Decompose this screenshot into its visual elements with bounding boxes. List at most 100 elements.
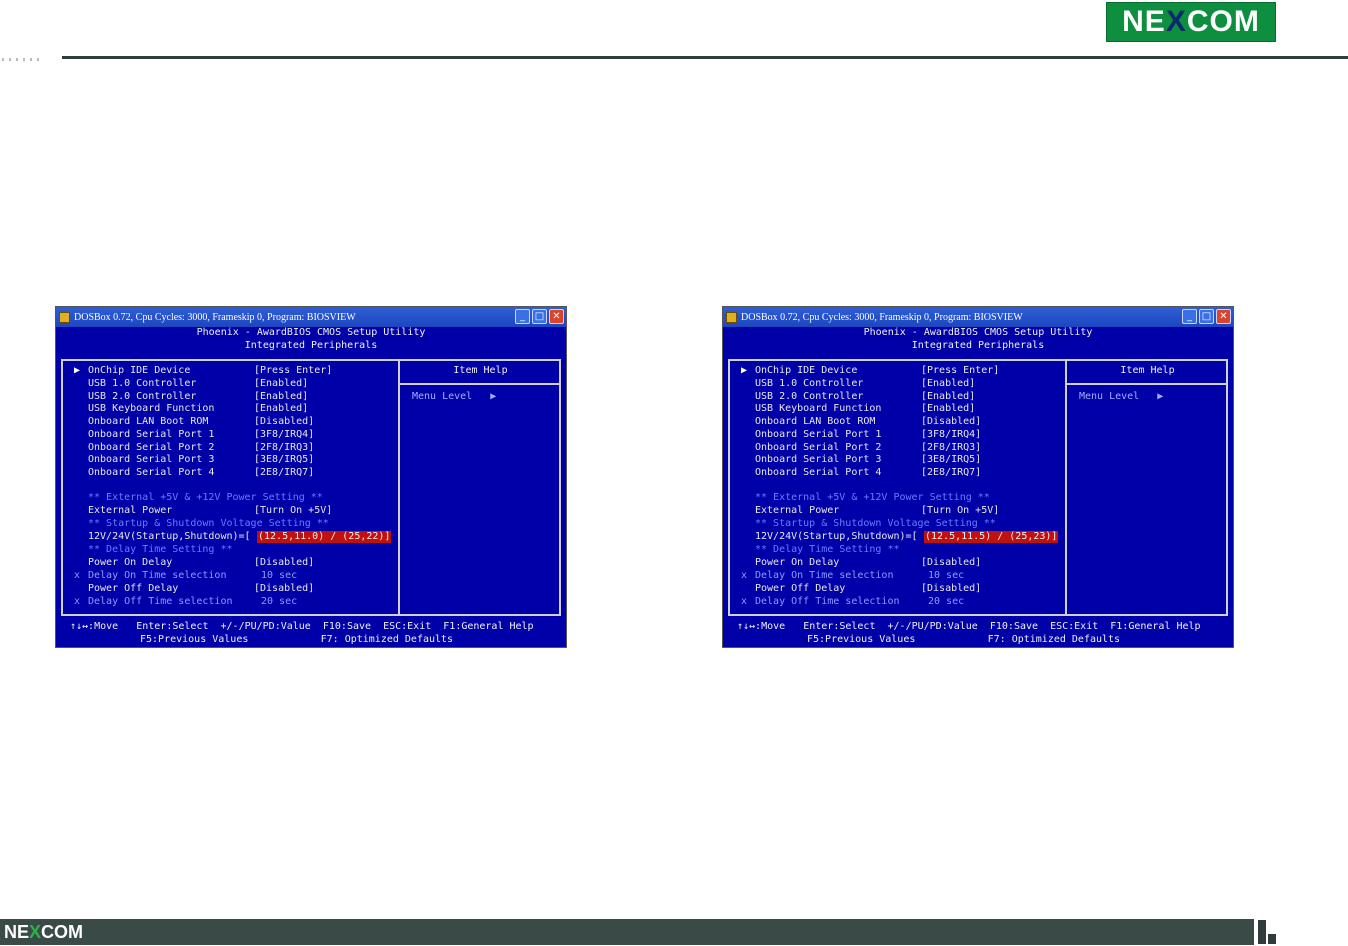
setting-row[interactable]: Power Off Delay [Disabled] [56, 583, 396, 595]
setting-row[interactable]: Power On Delay [Disabled] [56, 557, 396, 569]
setting-value[interactable]: [3E8/IRQ5] [254, 454, 314, 466]
setting-value[interactable]: [3F8/IRQ4] [254, 429, 314, 441]
setting-row[interactable]: USB 2.0 Controller [Enabled] [723, 391, 1063, 403]
setting-row[interactable]: USB Keyboard Function [Enabled] [723, 403, 1063, 415]
external-power-value[interactable]: [Turn On +5V] [254, 505, 332, 517]
setting-row[interactable]: Onboard Serial Port 4 [2E8/IRQ7] [56, 467, 396, 479]
setting-label: Onboard Serial Port 1 [755, 428, 882, 440]
maximize-button[interactable]: □ [532, 309, 547, 324]
setting-row[interactable]: External Power [Turn On +5V] [723, 505, 1063, 517]
setting-label: Onboard Serial Port 4 [755, 467, 882, 478]
delay-off-label: Delay Off Time selection [755, 596, 900, 607]
setting-row[interactable]: USB Keyboard Function [Enabled] [56, 403, 396, 415]
setting-row[interactable]: Onboard Serial Port 3 [3E8/IRQ5] [56, 454, 396, 466]
setting-value[interactable]: [Enabled] [254, 403, 308, 415]
logo-text: NEXCOM [1122, 5, 1260, 38]
footer-mark-icon [1258, 920, 1280, 944]
setting-label: OnChip IDE Device [755, 365, 858, 376]
setting-value[interactable]: [Disabled] [921, 416, 981, 428]
setting-value[interactable]: [2F8/IRQ3] [921, 442, 981, 454]
header-rule [62, 56, 1348, 59]
setting-label: Onboard Serial Port 1 [88, 428, 215, 440]
setting-value[interactable]: [3F8/IRQ4] [921, 429, 981, 441]
setting-label: USB Keyboard Function [755, 403, 882, 415]
footer-bar [0, 919, 1254, 945]
window-titlebar[interactable]: DOSBox 0.72, Cpu Cycles: 3000, Frameskip… [56, 307, 566, 327]
setting-row[interactable]: Onboard LAN Boot ROM [Disabled] [56, 416, 396, 428]
external-power-value[interactable]: [Turn On +5V] [921, 505, 999, 517]
setting-row[interactable]: Onboard Serial Port 2 [2F8/IRQ3] [723, 442, 1063, 454]
setting-label: USB 1.0 Controller [755, 377, 864, 389]
setting-row[interactable]: USB 2.0 Controller [Enabled] [56, 391, 396, 403]
setting-row[interactable]: External Power [Turn On +5V] [56, 505, 396, 517]
power-off-delay-value[interactable]: [Disabled] [254, 583, 314, 595]
setting-value[interactable]: [Press Enter] [254, 365, 332, 377]
dosbox-window-1[interactable]: DOSBox 0.72, Cpu Cycles: 3000, Frameskip… [55, 306, 567, 648]
delay-on-label: Delay On Time selection [755, 570, 894, 581]
section-row: ** External +5V & +12V Power Setting ** [56, 492, 396, 504]
setting-value[interactable]: [Enabled] [921, 378, 975, 390]
setting-label: USB 2.0 Controller [755, 390, 864, 402]
menu-level: Menu Level ▶ [1079, 391, 1164, 402]
window-title: DOSBox 0.72, Cpu Cycles: 3000, Frameskip… [74, 311, 356, 323]
setting-row[interactable]: Power Off Delay [Disabled] [723, 583, 1063, 595]
section-header-delay: ** Delay Time Setting ** [88, 544, 233, 555]
dosbox-window-2[interactable]: DOSBox 0.72, Cpu Cycles: 3000, Frameskip… [722, 306, 1234, 648]
voltage-value-highlighted[interactable]: (12.5,11.5) / (25,23)] [924, 531, 1059, 543]
setting-row[interactable]: Onboard LAN Boot ROM [Disabled] [723, 416, 1063, 428]
close-button[interactable]: ✕ [1216, 309, 1231, 324]
disabled-x-icon: x [74, 570, 81, 581]
delay-off-label: Delay Off Time selection [88, 596, 233, 607]
setting-label: Onboard Serial Port 4 [88, 467, 215, 478]
setting-label: USB Keyboard Function [88, 403, 215, 415]
delay-off-value: 20 sec [928, 596, 965, 607]
disabled-x-icon: x [741, 596, 748, 607]
section-row: ** Startup & Shutdown Voltage Setting ** [723, 518, 1063, 530]
setting-value[interactable]: [2E8/IRQ7] [921, 467, 981, 479]
voltage-label: 12V/24V(Startup,Shutdown)=[ [755, 531, 918, 542]
setting-value[interactable]: [Enabled] [921, 403, 975, 415]
setting-row[interactable]: Onboard Serial Port 1 [3F8/IRQ4] [56, 429, 396, 441]
disabled-x-icon: x [741, 570, 748, 581]
voltage-label: 12V/24V(Startup,Shutdown)=[ [88, 531, 251, 542]
setting-row[interactable]: USB 1.0 Controller [Enabled] [56, 378, 396, 390]
power-on-delay-value[interactable]: [Disabled] [921, 557, 981, 569]
voltage-value-highlighted[interactable]: (12.5,11.0) / (25,22)] [257, 531, 392, 543]
setting-value[interactable]: [Disabled] [254, 416, 314, 428]
power-on-delay-value[interactable]: [Disabled] [254, 557, 314, 569]
window-titlebar[interactable]: DOSBox 0.72, Cpu Cycles: 3000, Frameskip… [723, 307, 1233, 327]
section-header-voltage: ** Startup & Shutdown Voltage Setting ** [755, 518, 996, 529]
setting-value[interactable]: [Enabled] [254, 391, 308, 403]
section-row: x Delay Off Time selection 20 sec [723, 596, 1063, 608]
setting-value[interactable]: [Enabled] [254, 378, 308, 390]
section-header-power: ** External +5V & +12V Power Setting ** [755, 492, 990, 503]
setting-row[interactable]: Onboard Serial Port 3 [3E8/IRQ5] [723, 454, 1063, 466]
setting-value[interactable]: [3E8/IRQ5] [921, 454, 981, 466]
setting-value[interactable]: [2F8/IRQ3] [254, 442, 314, 454]
setting-row[interactable]: ▶ OnChip IDE Device [Press Enter] [56, 365, 396, 377]
selected-pointer-icon: ▶ [741, 365, 748, 376]
delay-on-value: 10 sec [261, 570, 298, 581]
setting-row[interactable]: 12V/24V(Startup,Shutdown)=[ (12.5,11.5) /… [723, 531, 1063, 543]
menu-level: Menu Level ▶ [412, 391, 497, 402]
setting-row[interactable]: ▶ OnChip IDE Device [Press Enter] [723, 365, 1063, 377]
setting-row[interactable]: USB 1.0 Controller [Enabled] [723, 378, 1063, 390]
setting-row[interactable]: Onboard Serial Port 1 [3F8/IRQ4] [723, 429, 1063, 441]
setting-row[interactable]: Power On Delay [Disabled] [723, 557, 1063, 569]
setting-value[interactable]: [2E8/IRQ7] [254, 467, 314, 479]
setting-row[interactable]: Onboard Serial Port 4 [2E8/IRQ7] [723, 467, 1063, 479]
setting-row[interactable]: Onboard Serial Port 2 [2F8/IRQ3] [56, 442, 396, 454]
setting-value[interactable]: [Press Enter] [921, 365, 999, 377]
setting-value[interactable]: [Enabled] [921, 391, 975, 403]
setting-label: USB 1.0 Controller [88, 377, 197, 389]
setting-row[interactable]: 12V/24V(Startup,Shutdown)=[ (12.5,11.0) /… [56, 531, 396, 543]
minimize-button[interactable]: _ [1182, 309, 1197, 324]
power-off-delay-value[interactable]: [Disabled] [921, 583, 981, 595]
section-row: ** External +5V & +12V Power Setting ** [723, 492, 1063, 504]
maximize-button[interactable]: □ [1199, 309, 1214, 324]
power-on-delay-label: Power On Delay [755, 557, 840, 568]
close-button[interactable]: ✕ [549, 309, 564, 324]
bios-page-title: Integrated Peripherals [911, 340, 1045, 351]
item-help-title: Item Help [1120, 365, 1175, 376]
minimize-button[interactable]: _ [515, 309, 530, 324]
